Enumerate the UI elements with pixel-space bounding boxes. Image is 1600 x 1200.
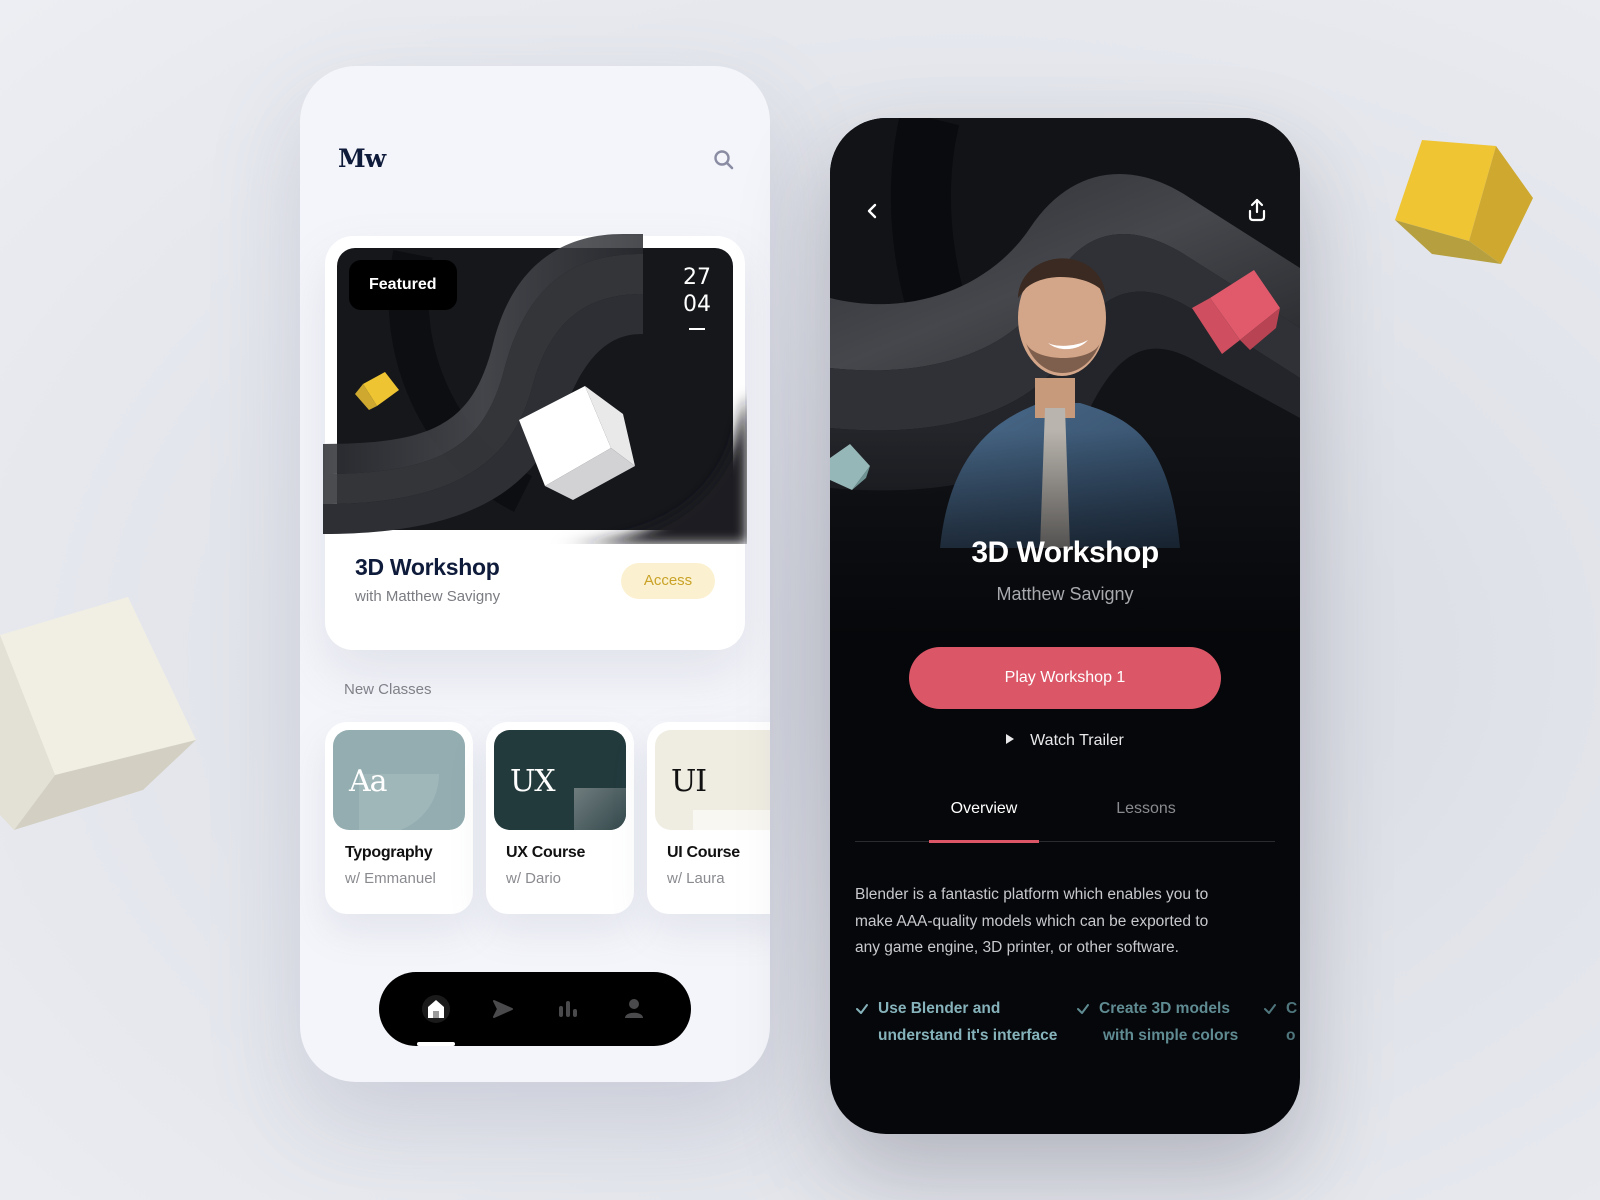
- app-logo: Mw: [338, 144, 386, 173]
- learning-outcomes-list[interactable]: Use Blender and understand it's interfac…: [855, 996, 1300, 1056]
- outcome-line-1: Create 3D models: [1099, 1000, 1230, 1017]
- class-card-ux[interactable]: UX UX Course w/ Dario: [486, 722, 634, 914]
- class-instructor: w/ Emmanuel: [345, 870, 436, 887]
- class-title: UI Course: [667, 844, 740, 861]
- search-icon: [714, 150, 734, 170]
- featured-course-image: Featured 27 04: [323, 234, 747, 544]
- date-month: 04: [683, 292, 711, 317]
- nav-profile[interactable]: [619, 994, 649, 1024]
- class-title: UX Course: [506, 844, 586, 861]
- class-thumb-text: UI: [671, 764, 707, 799]
- course-instructor: Matthew Savigny: [996, 584, 1134, 604]
- play-workshop-button[interactable]: Play Workshop 1: [909, 647, 1221, 709]
- home-icon: [422, 995, 450, 1023]
- watch-trailer-link[interactable]: Watch Trailer: [830, 732, 1300, 750]
- profile-icon: [625, 999, 643, 1018]
- watch-trailer-label: Watch Trailer: [1030, 732, 1124, 749]
- outcome-line-2: o: [1286, 1026, 1296, 1044]
- class-card-ui[interactable]: UI UI Course w/ Laura: [647, 722, 770, 914]
- active-nav-indicator: [417, 1042, 455, 1046]
- course-date: 27 04: [683, 264, 711, 330]
- back-button[interactable]: [860, 198, 886, 224]
- outcome-item: Create 3D models with simple colors: [1076, 996, 1238, 1049]
- outcome-line-1: Use Blender and: [878, 1000, 1001, 1017]
- share-button[interactable]: [1244, 196, 1270, 224]
- check-icon: [856, 1004, 868, 1014]
- nav-stats[interactable]: [553, 994, 583, 1024]
- check-icon: [1077, 1004, 1089, 1014]
- thumb-decoration: [693, 810, 770, 830]
- stats-icon: [559, 1001, 577, 1017]
- course-description: Blender is a fantastic platform which en…: [855, 886, 1209, 956]
- search-button[interactable]: [712, 148, 736, 172]
- class-card-typography[interactable]: Aa Typography w/ Emmanuel: [325, 722, 473, 914]
- featured-course-card[interactable]: Featured 27 04 3D Workshop with Matthew …: [323, 234, 747, 650]
- course-detail-screen: 3D Workshop Matthew Savigny Play Worksho…: [830, 118, 1300, 1134]
- small-yellow-cube: [355, 372, 399, 410]
- play-triangle-icon: [1006, 734, 1015, 744]
- date-day: 27: [683, 265, 711, 290]
- class-thumb-text: Aa: [349, 764, 388, 799]
- tab-overview[interactable]: Overview: [929, 798, 1039, 843]
- class-title: Typography: [345, 844, 433, 861]
- nav-play[interactable]: [487, 994, 517, 1024]
- new-classes-heading: New Classes: [344, 681, 432, 698]
- nav-home[interactable]: [421, 994, 451, 1024]
- access-button[interactable]: Access: [621, 563, 715, 599]
- outcome-item: C o: [1263, 996, 1297, 1049]
- tab-lessons[interactable]: Lessons: [1091, 798, 1201, 842]
- thumb-decoration: [574, 788, 626, 830]
- home-screen: Mw Featured 27 04 3D Workshop with Matth…: [300, 66, 770, 1082]
- featured-course-title: 3D Workshop: [355, 554, 500, 580]
- outcome-line-2: with simple colors: [1103, 1026, 1239, 1044]
- class-thumb-text: UX: [510, 764, 556, 799]
- play-icon: [493, 1000, 513, 1018]
- class-thumbnail: UX: [494, 730, 626, 830]
- outcome-item: Use Blender and understand it's interfac…: [855, 996, 1057, 1049]
- class-thumbnail: Aa: [333, 730, 465, 830]
- bottom-navigation: [379, 972, 691, 1046]
- date-divider: [689, 328, 705, 330]
- class-instructor: w/ Dario: [506, 870, 562, 887]
- share-icon: [1248, 198, 1266, 222]
- yellow-cube-decoration: [1395, 140, 1533, 264]
- class-thumbnail: UI: [655, 730, 770, 830]
- chevron-left-icon: [867, 203, 877, 219]
- detail-tabs: Overview Lessons: [855, 798, 1275, 843]
- new-classes-carousel[interactable]: Aa Typography w/ Emmanuel UX UX Course w…: [325, 722, 770, 918]
- class-instructor: w/ Laura: [667, 870, 725, 887]
- featured-course-instructor: with Matthew Savigny: [355, 588, 501, 605]
- course-title: 3D Workshop: [971, 536, 1159, 569]
- cream-cube-decoration: [0, 597, 196, 830]
- featured-badge: Featured: [349, 260, 457, 310]
- check-icon: [1264, 1004, 1276, 1014]
- outcome-line-2: understand it's interface: [878, 1026, 1058, 1044]
